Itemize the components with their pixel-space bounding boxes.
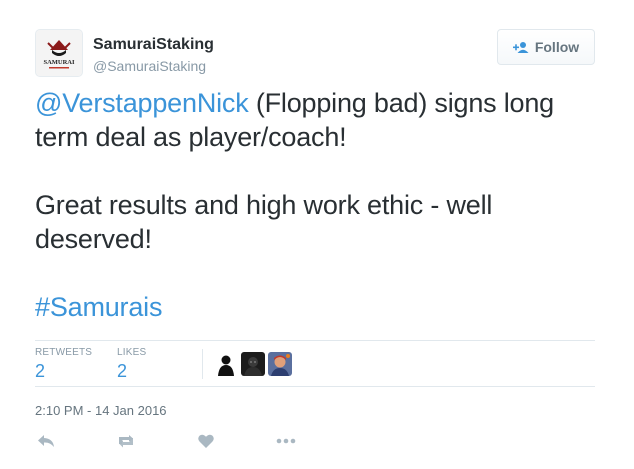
- tweet-paragraph-1: @VerstappenNick (Flopping bad) signs lon…: [35, 86, 605, 154]
- likes-label: LIKES: [117, 347, 147, 358]
- follow-button[interactable]: Follow: [497, 29, 595, 65]
- mention-link[interactable]: @VerstappenNick: [35, 88, 249, 118]
- stats-separator: [202, 349, 203, 379]
- author-screen-name[interactable]: @SamuraiStaking: [93, 58, 206, 74]
- tweet-timestamp[interactable]: 2:10 PM - 14 Jan 2016: [35, 403, 167, 418]
- svg-text:SAMURAI: SAMURAI: [43, 59, 75, 66]
- add-user-icon: [512, 41, 529, 54]
- user-avatar-1[interactable]: [214, 352, 238, 376]
- tweet-paragraph-2: Great results and high work ethic - well…: [35, 190, 493, 254]
- author-avatar[interactable]: SAMURAI: [35, 29, 83, 77]
- retweets-count[interactable]: 2: [35, 361, 92, 382]
- user-avatar-2[interactable]: [241, 352, 265, 376]
- likers-list: [214, 352, 292, 376]
- tweet-text: @VerstappenNick (Flopping bad) signs lon…: [35, 86, 605, 324]
- author-display-name[interactable]: SamuraiStaking: [93, 36, 214, 54]
- more-dots-icon[interactable]: [275, 431, 297, 451]
- likes-count[interactable]: 2: [117, 361, 146, 382]
- tweet-paragraph-3: #Samurais: [35, 290, 605, 324]
- likes-stat[interactable]: LIKES 2: [117, 347, 146, 382]
- reply-icon[interactable]: [35, 431, 57, 451]
- tweet-actions: [35, 431, 595, 455]
- follow-button-label: Follow: [534, 39, 580, 55]
- retweet-icon[interactable]: [115, 431, 137, 451]
- hashtag-link[interactable]: #Samurais: [35, 292, 162, 322]
- stats-top-divider: [35, 340, 595, 341]
- tweet-card: SAMURAI SamuraiStaking @SamuraiStaking F…: [0, 0, 634, 469]
- stats-bottom-divider: [35, 386, 595, 387]
- user-avatar-3[interactable]: [268, 352, 292, 376]
- samurai-logo-icon: SAMURAI: [36, 30, 82, 76]
- retweets-label: RETWEETS: [35, 347, 93, 358]
- retweets-stat[interactable]: RETWEETS 2: [35, 347, 92, 382]
- like-heart-icon[interactable]: [195, 431, 217, 451]
